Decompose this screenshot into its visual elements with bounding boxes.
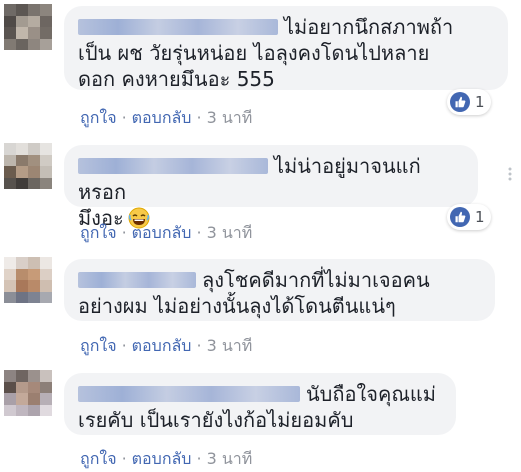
comment-actions: ถูกใจ · ตอบกลับ · 3 นาที: [80, 221, 252, 246]
comment-actions: ถูกใจ · ตอบกลับ · 3 นาที: [80, 106, 252, 131]
avatar[interactable]: [4, 143, 52, 189]
reaction-number: 1: [475, 93, 485, 111]
like-reaction-icon: [450, 92, 470, 112]
separator: ·: [121, 223, 127, 242]
comment-bubble: ไม่อยากนึกสภาพถ้า เป็น ผช วัยรุ่นหน่อย ไ…: [64, 6, 508, 91]
separator: ·: [196, 108, 202, 127]
timestamp[interactable]: 3 นาที: [207, 108, 253, 127]
reply-link[interactable]: ตอบกลับ: [132, 223, 192, 242]
separator: ·: [196, 449, 202, 468]
reply-link[interactable]: ตอบกลับ: [132, 336, 192, 355]
comment-bubble: ไม่น่าอยู่มาจนแก่หรอก มึงอะ: [64, 145, 478, 230]
commenter-name-blurred[interactable]: [78, 386, 300, 402]
avatar[interactable]: [4, 257, 52, 303]
comment-bubble: นับถือใจคุณแม่ เรยคับ เป็นเรายังไงก้อไม่…: [64, 373, 456, 435]
reaction-number: 1: [475, 208, 485, 226]
separator: ·: [196, 223, 202, 242]
timestamp[interactable]: 3 นาที: [207, 336, 253, 355]
separator: ·: [121, 108, 127, 127]
timestamp[interactable]: 3 นาที: [207, 223, 253, 242]
more-options-icon[interactable]: [505, 166, 515, 182]
like-reaction-icon: [450, 207, 470, 227]
commenter-name-blurred[interactable]: [78, 158, 268, 174]
comment-actions: ถูกใจ · ตอบกลับ · 3 นาที: [80, 447, 252, 472]
separator: ·: [121, 336, 127, 355]
like-link[interactable]: ถูกใจ: [80, 223, 117, 242]
commenter-name-blurred[interactable]: [78, 272, 196, 288]
reaction-count[interactable]: 1: [447, 89, 491, 115]
avatar[interactable]: [4, 370, 52, 416]
separator: ·: [196, 336, 202, 355]
avatar[interactable]: [4, 4, 52, 50]
timestamp[interactable]: 3 นาที: [207, 449, 253, 468]
separator: ·: [121, 449, 127, 468]
reaction-count[interactable]: 1: [447, 204, 491, 230]
comment-actions: ถูกใจ · ตอบกลับ · 3 นาที: [80, 334, 252, 359]
like-link[interactable]: ถูกใจ: [80, 108, 117, 127]
comment-bubble: ลุงโชคดีมากที่ไม่มาเจอคน อย่างผม ไม่อย่า…: [64, 259, 495, 321]
reply-link[interactable]: ตอบกลับ: [132, 449, 192, 468]
like-link[interactable]: ถูกใจ: [80, 336, 117, 355]
reply-link[interactable]: ตอบกลับ: [132, 108, 192, 127]
like-link[interactable]: ถูกใจ: [80, 449, 117, 468]
commenter-name-blurred[interactable]: [78, 19, 278, 35]
